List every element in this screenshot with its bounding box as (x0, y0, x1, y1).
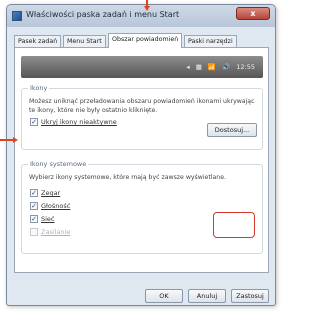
customize-button[interactable]: Dostosuj... (207, 123, 257, 137)
hide-inactive-checkbox-row[interactable]: ✓ Ukryj ikony nieaktywne (30, 118, 117, 127)
icons-description: Możesz uniknąć przeładowania obszaru pow… (29, 98, 255, 114)
system-icons-group-title: Ikony systemowe (28, 160, 89, 168)
clock-checkbox[interactable]: ✓ (30, 189, 38, 197)
power-label: Zasilanie (41, 228, 71, 236)
ok-button[interactable]: OK (145, 289, 183, 303)
close-button[interactable]: x (236, 7, 270, 20)
taskbar-app-icon (12, 11, 22, 21)
system-icons-description: Wybierz ikony systemowe, które mają być … (29, 174, 226, 181)
tab-toolbars[interactable]: Paski narzędzi (184, 35, 237, 47)
hide-inactive-label: Ukryj ikony nieaktywne (41, 118, 117, 126)
icons-group-title: Ikony (28, 84, 50, 92)
window-title: Właściwości paska zadań i menu Start (26, 10, 180, 19)
clock-preview: 12:55 (236, 63, 255, 71)
title-bar[interactable]: Właściwości paska zadań i menu Start x (7, 5, 275, 27)
tray-preview: ◂ ▦ 📶 🔊 12:55 (182, 63, 255, 71)
volume-checkbox-row[interactable]: ✓ Głośność (30, 202, 70, 211)
annotation-arrow-left-line (0, 139, 14, 141)
apply-button[interactable]: Zastosuj (231, 289, 269, 303)
network-checkbox[interactable]: ✓ (30, 215, 38, 223)
window-icon: ▦ (195, 63, 202, 71)
clock-label: Zegar (41, 189, 61, 197)
cancel-button[interactable]: Anuluj (188, 289, 226, 303)
notification-area-preview: ◂ ▦ 📶 🔊 12:55 (21, 56, 263, 78)
highlight-box (213, 212, 255, 238)
network-checkbox-row[interactable]: ✓ Sieć (30, 215, 55, 224)
power-checkbox (30, 228, 38, 236)
network-label: Sieć (41, 215, 55, 223)
tab-panel: ◂ ▦ 📶 🔊 12:55 Ikony Możesz uniknąć przeł… (14, 47, 269, 273)
expand-icon: ◂ (186, 63, 190, 71)
tab-strip: Pasek zadań Menu Start Obszar powiadomie… (14, 33, 272, 48)
volume-icon: 🔊 (222, 63, 231, 71)
annotation-arrow-top-head (144, 6, 150, 11)
volume-label: Głośność (41, 202, 71, 210)
tab-taskbar[interactable]: Pasek zadań (14, 35, 62, 47)
icons-group: Ikony Możesz uniknąć przeładowania obsza… (21, 84, 263, 150)
hide-inactive-checkbox[interactable]: ✓ (30, 118, 38, 126)
annotation-arrow-left-head (13, 137, 18, 143)
clock-checkbox-row[interactable]: ✓ Zegar (30, 189, 60, 198)
power-checkbox-row: Zasilanie (30, 228, 70, 237)
tab-notification-area[interactable]: Obszar powiadomień (108, 33, 183, 48)
volume-checkbox[interactable]: ✓ (30, 202, 38, 210)
tab-start-menu[interactable]: Menu Start (63, 35, 106, 47)
system-icons-group: Ikony systemowe Wybierz ikony systemowe,… (21, 160, 263, 254)
properties-dialog: Właściwości paska zadań i menu Start x P… (6, 4, 276, 306)
network-icon: 📶 (207, 63, 217, 71)
